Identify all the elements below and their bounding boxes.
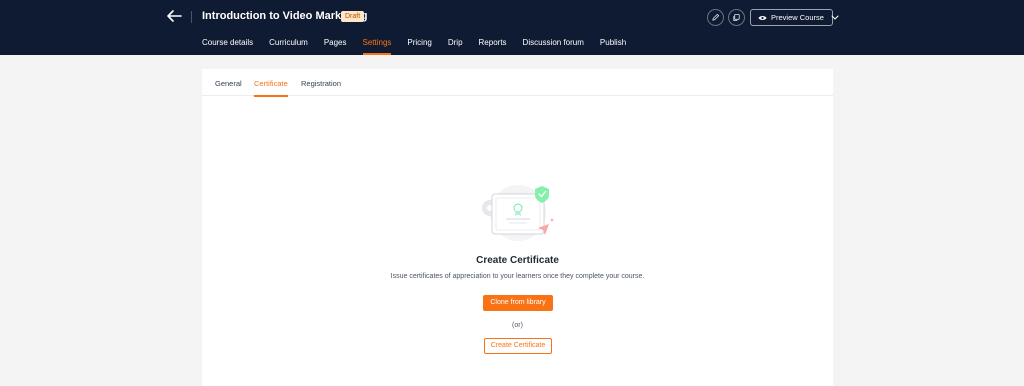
- header-divider: [191, 11, 192, 23]
- edit-button[interactable]: [707, 9, 724, 26]
- tab-certificate[interactable]: Certificate: [254, 79, 288, 97]
- eye-icon: [758, 15, 767, 21]
- duplicate-button[interactable]: [728, 9, 745, 26]
- nav-pages[interactable]: Pages: [324, 38, 347, 55]
- empty-state-description: Issue certificates of appreciation to yo…: [390, 273, 645, 280]
- nav-pricing[interactable]: Pricing: [407, 38, 431, 55]
- nav-course-details[interactable]: Course details: [202, 38, 253, 55]
- chevron-down-icon: [831, 15, 839, 20]
- course-nav: Course details Curriculum Pages Settings…: [202, 38, 642, 55]
- settings-card: General Certificate Registration Create …: [202, 69, 833, 386]
- nav-drip[interactable]: Drip: [448, 38, 463, 55]
- certificate-illustration: [478, 182, 562, 244]
- nav-curriculum[interactable]: Curriculum: [269, 38, 308, 55]
- copy-icon: [732, 13, 741, 22]
- nav-publish[interactable]: Publish: [600, 38, 626, 55]
- preview-course-label: Preview Course: [771, 13, 824, 22]
- preview-course-button[interactable]: Preview Course: [750, 9, 839, 26]
- tab-general[interactable]: General: [215, 79, 242, 96]
- top-header: Introduction to Video Marketing Draft Pr…: [0, 0, 1024, 55]
- create-certificate-button[interactable]: Create Certificate: [484, 338, 552, 354]
- or-separator: (or): [512, 322, 523, 329]
- empty-state-title: Create Certificate: [476, 255, 559, 266]
- nav-settings[interactable]: Settings: [362, 38, 391, 55]
- settings-tabs: General Certificate Registration: [202, 69, 833, 97]
- back-arrow-icon[interactable]: [166, 9, 184, 25]
- pencil-icon: [711, 13, 720, 22]
- status-badge: Draft: [341, 11, 365, 22]
- clone-from-library-button[interactable]: Clone from library: [483, 295, 553, 311]
- nav-reports[interactable]: Reports: [479, 38, 507, 55]
- tab-registration[interactable]: Registration: [301, 79, 341, 96]
- nav-discussion-forum[interactable]: Discussion forum: [523, 38, 584, 55]
